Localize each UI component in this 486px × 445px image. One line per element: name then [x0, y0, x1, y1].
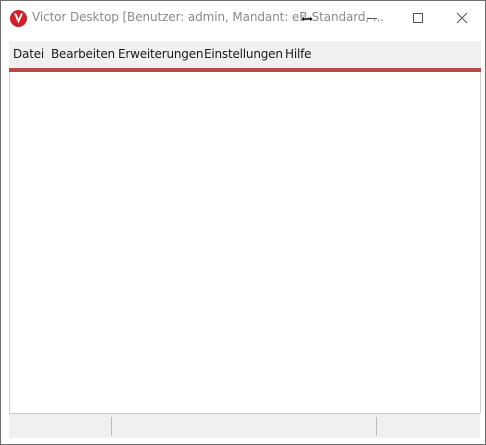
status-divider	[111, 417, 112, 435]
menu-item-einstellungen[interactable]: Einstellungen	[204, 47, 283, 61]
close-button[interactable]	[439, 1, 485, 35]
window-title: Victor Desktop [Benutzer: admin, Mandant…	[32, 10, 384, 24]
title-bar[interactable]: Victor Desktop [Benutzer: admin, Mandant…	[1, 1, 485, 35]
menu-item-bearbeiten[interactable]: Bearbeiten	[51, 47, 115, 61]
menu-bar: Datei Bearbeiten Erweiterungen Einstellu…	[9, 41, 481, 72]
app-window: Victor Desktop [Benutzer: admin, Mandant…	[0, 0, 486, 445]
minimize-button[interactable]	[349, 1, 395, 35]
maximize-icon	[413, 13, 423, 23]
status-bar	[9, 413, 480, 438]
resize-cursor-icon	[300, 9, 314, 23]
main-content-area[interactable]	[9, 72, 481, 413]
app-logo-icon	[10, 10, 27, 27]
menu-item-datei[interactable]: Datei	[13, 47, 44, 61]
close-icon	[456, 12, 468, 24]
minimize-icon	[367, 18, 377, 19]
menu-item-hilfe[interactable]: Hilfe	[285, 47, 312, 61]
maximize-button[interactable]	[395, 1, 441, 35]
status-divider	[376, 417, 377, 435]
menu-item-erweiterungen[interactable]: Erweiterungen	[118, 47, 203, 61]
